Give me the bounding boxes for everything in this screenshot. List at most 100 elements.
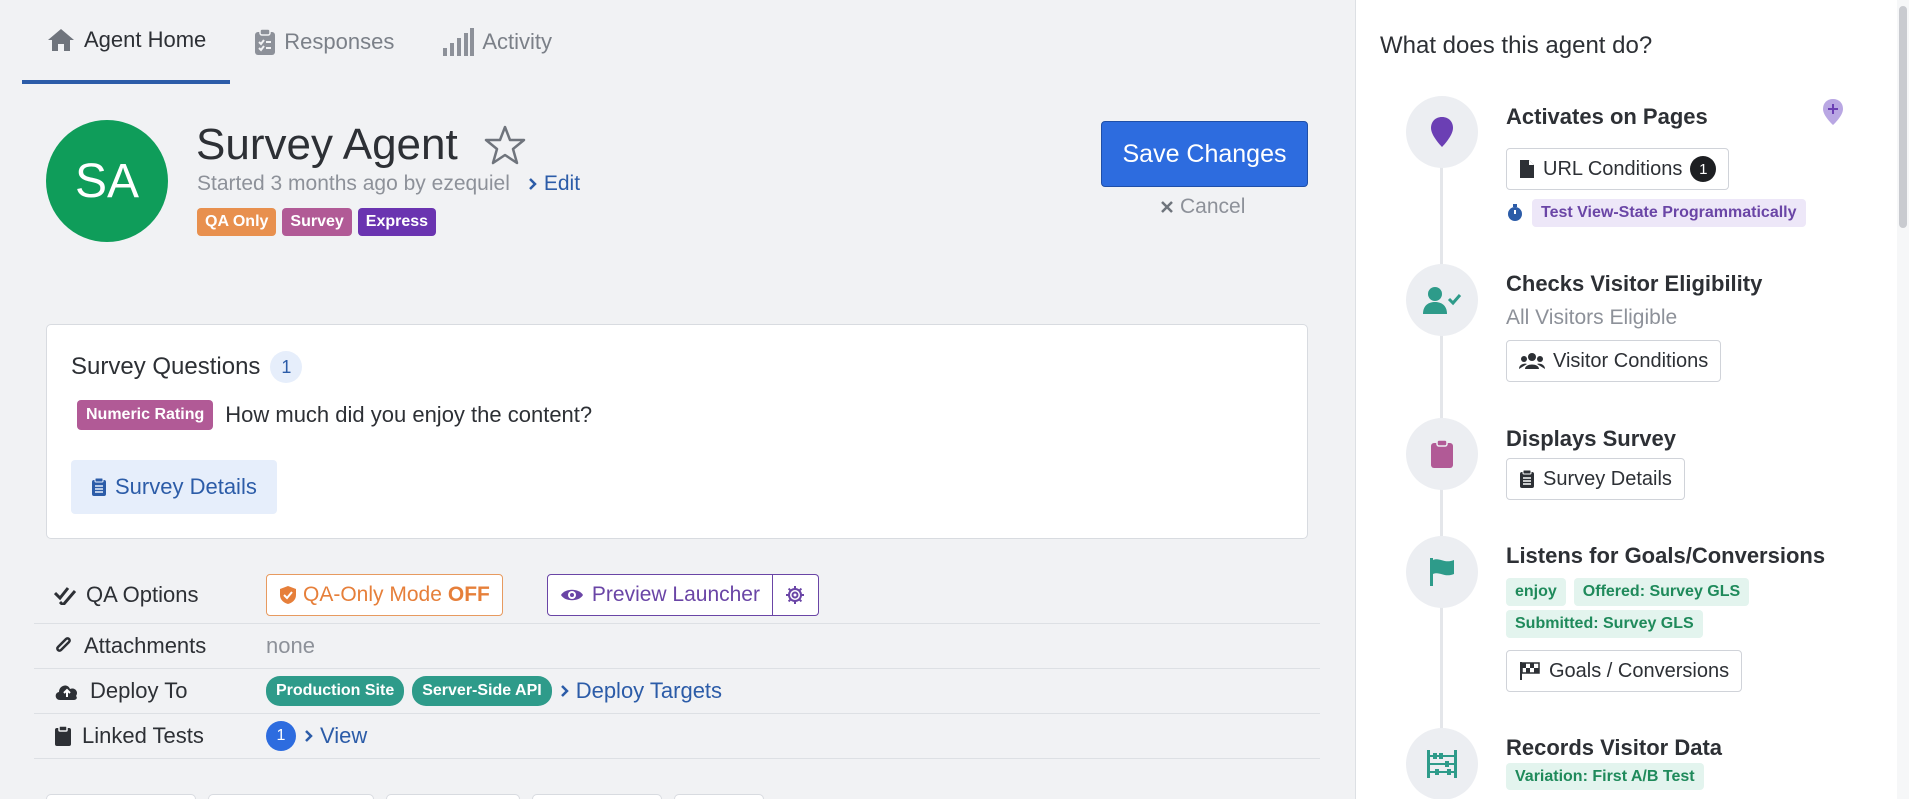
test-view-state-row: Test View-State Programmatically <box>1506 199 1806 227</box>
star-icon[interactable] <box>484 125 526 165</box>
survey-details-side-button[interactable]: Survey Details <box>1506 458 1685 500</box>
step-title-goals: Listens for Goals/Conversions <box>1506 543 1826 568</box>
step-subtitle-eligibility: All Visitors Eligible <box>1506 306 1678 329</box>
tab-label: Responses <box>284 29 395 54</box>
page-title: Survey Agent <box>196 120 458 169</box>
survey-details-side-label: Survey Details <box>1543 467 1672 490</box>
linked-tests-label: Linked Tests <box>34 723 266 749</box>
deploy-targets-link[interactable]: Deploy Targets <box>560 678 722 704</box>
qa-mode-label: QA-Only Mode <box>303 582 442 606</box>
question-text: How much did you enjoy the content? <box>225 402 593 427</box>
started-info: Started 3 months ago by ezequiel Edit <box>197 172 580 196</box>
clipboard-icon <box>55 725 71 746</box>
checkered-flag-icon <box>1520 662 1540 680</box>
started-text: Started 3 months ago by ezequiel <box>197 172 510 195</box>
question-count: 1 <box>270 351 303 383</box>
main-content: Agent Home Responses Activity SA Survey … <box>0 0 1355 799</box>
edit-label: Edit <box>543 172 581 195</box>
preview-launcher-button[interactable]: Preview Launcher <box>546 573 773 616</box>
view-linked-tests-link[interactable]: View <box>304 723 367 749</box>
double-check-icon <box>54 586 76 605</box>
deploy-targets-label: Deploy Targets <box>575 678 723 703</box>
cancel-button[interactable]: Cancel <box>1160 195 1245 219</box>
save-changes-button[interactable]: Save Changes <box>1101 121 1308 187</box>
avatar: SA <box>46 120 168 242</box>
tab-label: Activity <box>482 29 553 54</box>
edit-link[interactable]: Edit <box>528 172 580 196</box>
view-label: View <box>320 723 368 748</box>
step-icon-activates <box>1406 96 1478 168</box>
bottom-cards-peek <box>46 794 764 799</box>
survey-questions-card: Survey Questions 1 Numeric Rating How mu… <box>46 324 1308 539</box>
test-view-state-tag[interactable]: Test View-State Programmatically <box>1532 199 1806 227</box>
attachments-row: Attachments none <box>34 624 1320 669</box>
visitor-conditions-label: Visitor Conditions <box>1553 349 1709 372</box>
deploy-to-row: Deploy To Production Site Server-Side AP… <box>34 669 1320 714</box>
tab-label: Agent Home <box>84 27 207 52</box>
survey-questions-header: Survey Questions 1 <box>71 351 303 383</box>
tab-responses[interactable]: Responses <box>230 0 418 84</box>
scrollbar-thumb[interactable] <box>1899 6 1907 228</box>
attachments-label: Attachments <box>34 633 266 659</box>
qa-mode-state: OFF <box>447 582 490 606</box>
tab-agent-home[interactable]: Agent Home <box>22 0 231 84</box>
gear-icon <box>786 585 805 604</box>
close-icon <box>1161 201 1173 213</box>
step-icon-eligibility <box>1406 264 1478 336</box>
deploy-target-badge: Production Site <box>266 676 405 706</box>
agent-summary-panel: What does this agent do? Activates on Pa… <box>1355 0 1909 799</box>
goal-tag: Offered: Survey GLS <box>1573 578 1750 606</box>
tab-activity[interactable]: Activity <box>418 0 576 84</box>
qa-only-mode-toggle[interactable]: QA-Only Mode OFF <box>266 573 503 616</box>
badge-qa-only: QA Only <box>197 208 277 236</box>
badge-express: Express <box>357 208 437 236</box>
clipboard-list-icon <box>92 477 106 496</box>
row-label: Deploy To <box>90 678 188 703</box>
cancel-label: Cancel <box>1180 195 1246 218</box>
question-item: Numeric Rating How much did you enjoy th… <box>77 400 592 430</box>
url-conditions-count: 1 <box>1690 156 1717 182</box>
attachments-none: none <box>266 633 315 658</box>
preview-launcher-group: Preview Launcher <box>546 573 819 616</box>
records-tag-row: Variation: First A/B Test <box>1506 763 1704 790</box>
survey-details-button[interactable]: Survey Details <box>71 460 277 514</box>
abacus-icon <box>1427 750 1457 778</box>
stopwatch-icon <box>1508 204 1522 221</box>
clipboard-icon <box>1431 439 1453 468</box>
step-title-displays: Displays Survey <box>1506 426 1676 451</box>
step-icon-displays <box>1406 418 1478 490</box>
visitor-conditions-button[interactable]: Visitor Conditions <box>1506 340 1722 382</box>
qa-options-value: QA-Only Mode OFF Preview Launcher <box>266 573 819 616</box>
paperclip-icon <box>56 637 71 652</box>
chevron-right-icon <box>528 178 537 190</box>
goal-tags-row-1: enjoy Offered: Survey GLS <box>1506 578 1750 606</box>
file-icon <box>1520 160 1534 178</box>
scrollbar[interactable] <box>1897 0 1909 799</box>
chevron-right-icon <box>305 730 313 742</box>
tab-bar: Agent Home Responses Activity <box>22 0 576 86</box>
goal-tags-row-2: Submitted: Survey GLS <box>1506 610 1703 638</box>
goals-conversions-label: Goals / Conversions <box>1549 659 1730 682</box>
deploy-to-label: Deploy To <box>34 678 266 704</box>
preview-settings-button[interactable] <box>772 573 819 616</box>
add-marker-icon[interactable] <box>1822 98 1844 126</box>
attachments-value: none <box>266 633 315 659</box>
goals-conversions-button[interactable]: Goals / Conversions <box>1506 650 1743 692</box>
panel-title: What does this agent do? <box>1380 32 1653 59</box>
eye-icon <box>560 589 583 600</box>
step-title-activates: Activates on Pages <box>1506 104 1708 129</box>
home-icon <box>48 29 74 51</box>
survey-details-label: Survey Details <box>115 474 257 499</box>
row-label: Linked Tests <box>82 723 204 748</box>
badge-survey: Survey <box>282 208 352 236</box>
url-conditions-button[interactable]: URL Conditions 1 <box>1506 148 1730 190</box>
title-row: Survey Agent <box>196 120 526 170</box>
clipboard-list-icon <box>1520 469 1534 488</box>
step-title-records: Records Visitor Data <box>1506 735 1723 760</box>
agent-info-table: QA Options QA-Only Mode OFF Preview Laun… <box>34 566 1320 759</box>
map-marker-icon <box>1431 117 1453 147</box>
cloud-upload-icon <box>55 685 78 700</box>
signal-bars-icon <box>443 28 475 56</box>
preview-launcher-label: Preview Launcher <box>591 582 760 606</box>
qa-options-label: QA Options <box>34 582 266 608</box>
